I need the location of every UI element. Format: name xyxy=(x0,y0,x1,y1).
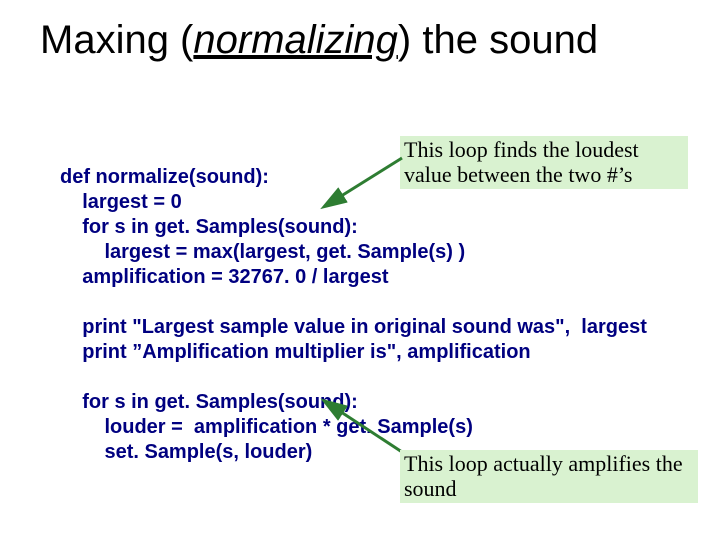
code-line: print ”Amplification multiplier is", amp… xyxy=(60,341,531,363)
code-line: amplification = 32767. 0 / largest xyxy=(60,266,388,288)
code-line: largest = 0 xyxy=(60,191,182,213)
code-line: louder = amplification * get. Sample(s) xyxy=(60,416,473,438)
callout-bottom: This loop actually amplifies the sound xyxy=(400,450,698,503)
code-line: print "Largest sample value in original … xyxy=(60,316,647,338)
title-italic: normalizing xyxy=(193,18,398,62)
slide-title: Maxing (normalizing) the sound xyxy=(40,18,680,63)
slide: Maxing (normalizing) the sound This loop… xyxy=(0,0,720,540)
code-line: set. Sample(s, louder) xyxy=(60,441,312,463)
code-line: for s in get. Samples(sound): xyxy=(60,391,358,413)
title-text-2: ) the sound xyxy=(398,18,598,62)
title-text-1: Maxing ( xyxy=(40,18,193,62)
arrow-bottom xyxy=(330,400,410,460)
code-line: def normalize(sound): xyxy=(60,166,269,188)
code-line: largest = max(largest, get. Sample(s) ) xyxy=(60,241,465,263)
code-line: for s in get. Samples(sound): xyxy=(60,216,358,238)
